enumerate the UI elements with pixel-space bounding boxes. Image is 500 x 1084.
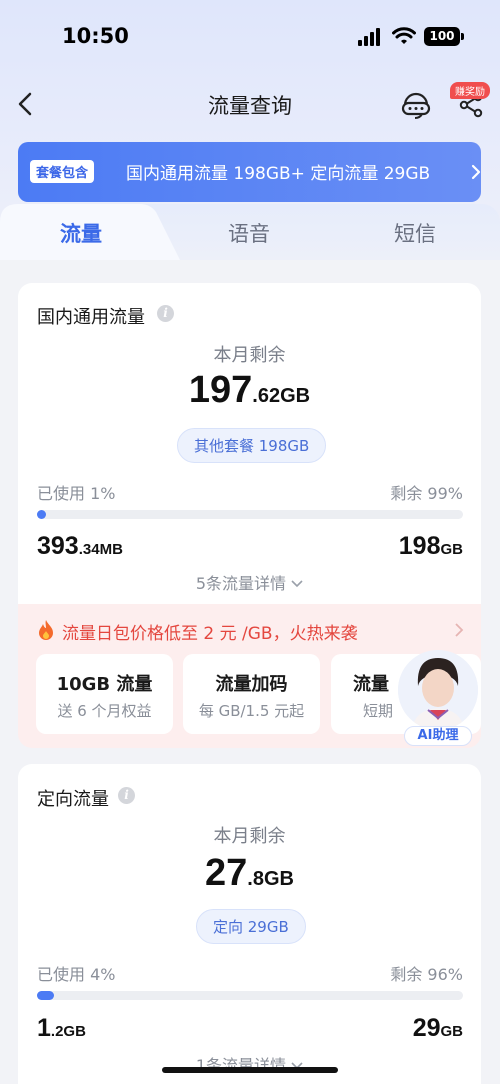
offer-title: 流量加码 xyxy=(215,674,288,695)
tab-data[interactable]: 流量 xyxy=(60,218,102,248)
info-icon[interactable]: i xyxy=(157,305,174,322)
total-amount: 198GB xyxy=(399,532,463,561)
package-pill[interactable]: 定向 29GB xyxy=(196,909,306,944)
used-decimal: .2GB xyxy=(50,1023,86,1040)
details-link[interactable]: 5条流量详情 xyxy=(18,570,481,594)
tab-voice[interactable]: 语音 xyxy=(228,218,270,248)
battery-tip xyxy=(461,33,464,40)
offer-subtitle: 每 GB/1.5 元起 xyxy=(198,702,305,720)
package-banner[interactable]: 套餐包含 国内通用流量 198GB+ 定向流量 29GB xyxy=(18,142,481,202)
nav-bar: 流量查询 赚奖励 xyxy=(0,78,500,130)
used-integer: 393 xyxy=(37,532,79,560)
wifi-icon xyxy=(392,27,416,44)
battery-icon: 100 xyxy=(424,27,460,46)
card-title: 定向流量 xyxy=(37,789,109,810)
remain-integer: 197 xyxy=(188,369,253,411)
chevron-down-icon xyxy=(291,580,303,588)
total-unit: GB xyxy=(440,1023,464,1040)
remain-label: 本月剩余 xyxy=(213,826,286,847)
tab-sms[interactable]: 短信 xyxy=(394,218,436,248)
chevron-right-icon xyxy=(471,164,481,180)
used-amount: 393.34MB xyxy=(37,532,123,561)
total-integer: 198 xyxy=(398,532,441,560)
fire-icon xyxy=(39,620,53,640)
ai-assistant-button[interactable]: AI助理 xyxy=(398,650,478,746)
offer-subtitle: 送 6 个月权益 xyxy=(57,702,152,720)
details-label: 5条流量详情 xyxy=(195,574,287,593)
usage-progress-fill xyxy=(37,510,46,519)
used-percent: 已使用 1% xyxy=(37,484,116,503)
status-bar: 10:50 100 xyxy=(0,0,500,70)
remain-value: 27.8GB xyxy=(18,852,481,895)
usage-progress-fill xyxy=(37,991,55,1000)
package-tag: 套餐包含 xyxy=(30,160,95,183)
card-title: 国内通用流量 xyxy=(37,307,145,328)
status-time: 10:50 xyxy=(62,24,129,48)
total-integer: 29 xyxy=(412,1014,441,1042)
info-icon[interactable]: i xyxy=(118,787,135,804)
total-unit: GB xyxy=(440,541,464,558)
used-decimal: .34MB xyxy=(78,541,123,558)
assistant-avatar-image xyxy=(398,650,478,730)
remain-label: 本月剩余 xyxy=(213,345,286,366)
chevron-right-icon[interactable] xyxy=(454,622,464,638)
offer-card[interactable]: 10GB 流量 送 6 个月权益 xyxy=(36,654,173,734)
remain-decimal: .8GB xyxy=(247,868,294,890)
usage-progress-bar xyxy=(37,510,463,519)
customer-service-icon[interactable] xyxy=(400,90,432,120)
assistant-avatar xyxy=(398,650,478,730)
used-percent: 已使用 4% xyxy=(37,965,116,984)
tab-bar: 流量 语音 短信 xyxy=(0,204,500,260)
usage-progress-bar xyxy=(37,991,463,1000)
package-pill[interactable]: 其他套餐 198GB xyxy=(177,428,327,463)
assistant-label: AI助理 xyxy=(404,726,472,746)
home-indicator[interactable] xyxy=(162,1067,338,1073)
offer-title: 10GB 流量 xyxy=(56,674,153,695)
offer-card[interactable]: 流量加码 每 GB/1.5 元起 xyxy=(183,654,320,734)
reward-badge[interactable]: 赚奖励 xyxy=(450,82,490,99)
remaining-percent: 剩余 99% xyxy=(390,484,463,503)
remain-integer: 27 xyxy=(205,852,248,894)
remaining-percent: 剩余 96% xyxy=(390,965,463,984)
remain-decimal: .62GB xyxy=(252,385,311,407)
promo-text[interactable]: 流量日包价格低至 2 元 /GB，火热来袭 xyxy=(62,619,358,644)
cellular-signal-icon xyxy=(358,28,384,46)
package-text: 国内通用流量 198GB+ 定向流量 29GB xyxy=(126,164,431,184)
remain-value: 197.62GB xyxy=(18,369,481,412)
total-amount: 29GB xyxy=(413,1014,463,1043)
general-data-card: 国内通用流量 i 本月剩余 197.62GB 其他套餐 198GB 已使用 1%… xyxy=(18,283,481,604)
used-integer: 1 xyxy=(37,1014,51,1042)
directed-data-card: 定向流量 i 本月剩余 27.8GB 定向 29GB 已使用 4% 剩余 96%… xyxy=(18,764,481,1084)
used-amount: 1.2GB xyxy=(37,1014,86,1043)
